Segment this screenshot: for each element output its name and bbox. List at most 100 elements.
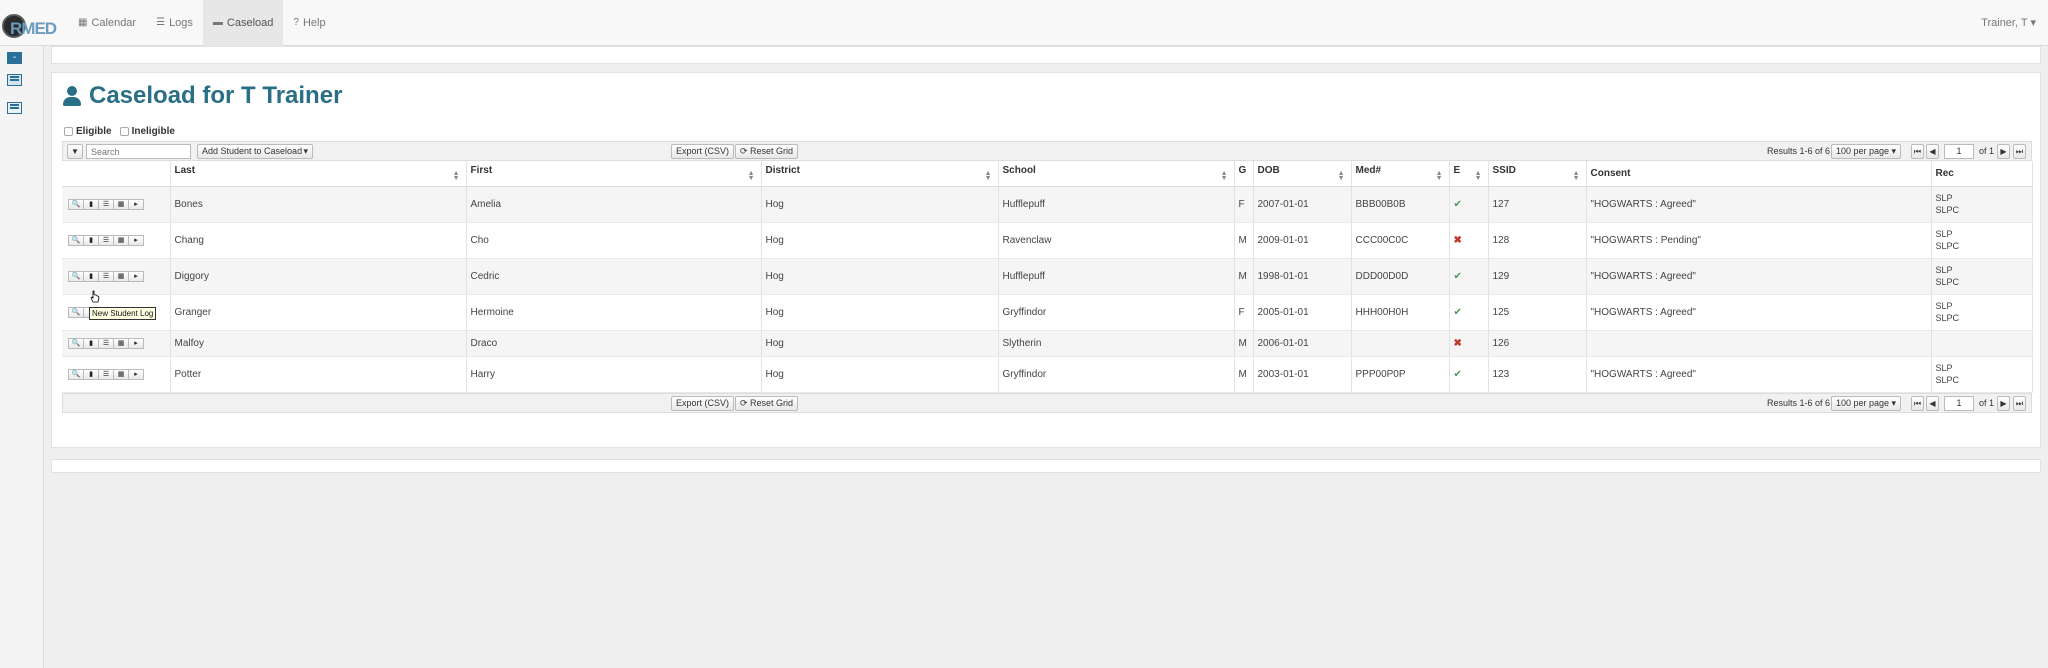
last-page-icon[interactable]: ⏭ bbox=[2013, 144, 2026, 159]
nav-calendar[interactable]: ▦ Calendar bbox=[68, 0, 146, 46]
per-page-select[interactable]: 100 per page bbox=[1831, 144, 1901, 159]
col-school[interactable]: School ▲ ▼ bbox=[998, 161, 1235, 187]
nav-caseload[interactable]: ▬ Caseload bbox=[202, 0, 284, 46]
search-input[interactable] bbox=[86, 144, 191, 159]
export-csv-button-bottom[interactable]: Export (CSV) bbox=[671, 395, 735, 411]
view-student-icon[interactable]: 🔍 bbox=[68, 270, 84, 282]
per-page-select-bottom[interactable]: 100 per page bbox=[1831, 395, 1901, 411]
view-student-icon[interactable]: 🔍 bbox=[68, 306, 84, 318]
rec-line-1: SLP bbox=[1935, 363, 1953, 373]
table-row[interactable]: 🔍 ▮ ☰ ▦ ▸ Bones Amelia Hog Hufflepuff F 2007-01-01… bbox=[62, 186, 2033, 223]
logs-list-icon[interactable]: ☰ bbox=[98, 234, 114, 246]
table-header: Last ▲ ▼ First ▲ ▼ District ▲ ▼ School ▲ ▼ G DOB… bbox=[62, 161, 2033, 187]
col-gender[interactable]: G bbox=[1234, 161, 1254, 187]
col-rec[interactable]: Rec bbox=[1931, 161, 2033, 187]
col-gender-label: G bbox=[1238, 165, 1247, 176]
nav-help-label: Help bbox=[302, 16, 326, 29]
details-icon[interactable]: ▦ bbox=[113, 270, 129, 282]
more-actions-icon[interactable]: ▸ bbox=[128, 337, 144, 349]
col-ssid[interactable]: SSID ▲ ▼ bbox=[1488, 161, 1587, 187]
new-log-icon[interactable]: ▮ bbox=[83, 270, 99, 282]
rec-line-2: SLPC bbox=[1935, 205, 1960, 215]
briefcase-icon: ▬ bbox=[212, 17, 223, 28]
view-student-icon[interactable]: 🔍 bbox=[68, 368, 84, 380]
user-menu[interactable]: Trainer, T ▾ bbox=[1981, 16, 2036, 29]
reset-grid-button-bottom[interactable]: ⟳ Reset Grid bbox=[735, 395, 799, 411]
reset-grid-button[interactable]: ⟳ Reset Grid bbox=[735, 144, 799, 159]
col-med[interactable]: Med# ▲ ▼ bbox=[1351, 161, 1450, 187]
sort-icon: ▲ ▼ bbox=[1572, 170, 1580, 182]
eligible-filter[interactable]: Eligible bbox=[64, 126, 112, 137]
cell-district: Hog bbox=[761, 222, 999, 259]
table-row[interactable]: 🔍 ▮ ☰ ▦ ▸ Potter Harry Hog Gryffindor M 2003-01-01… bbox=[62, 356, 2033, 393]
more-actions-icon[interactable]: ▸ bbox=[128, 368, 144, 380]
prev-page-icon[interactable]: ◀ bbox=[1926, 395, 1939, 411]
more-actions-icon[interactable]: ▸ bbox=[128, 198, 144, 210]
cell-school: Hufflepuff bbox=[998, 258, 1235, 295]
ineligible-filter[interactable]: Ineligible bbox=[119, 126, 175, 137]
add-student-select[interactable]: Add Student to Caseload bbox=[197, 144, 313, 159]
column-select-chevron-icon[interactable]: ▼ bbox=[67, 144, 83, 159]
details-icon[interactable]: ▦ bbox=[113, 368, 129, 380]
details-icon[interactable]: ▦ bbox=[113, 337, 129, 349]
col-district[interactable]: District ▲ ▼ bbox=[761, 161, 999, 187]
cell-med: CCC00C0C bbox=[1351, 222, 1450, 259]
first-page-icon[interactable]: ⏮ bbox=[1911, 395, 1924, 411]
col-eligible[interactable]: E ▲ ▼ bbox=[1449, 161, 1489, 187]
student-list-icon[interactable] bbox=[7, 74, 22, 86]
page-number-input[interactable]: 1 bbox=[1944, 144, 1974, 159]
logs-list-icon[interactable]: ☰ bbox=[98, 368, 114, 380]
cell-ssid: 127 bbox=[1488, 186, 1587, 223]
cell-med bbox=[1351, 330, 1450, 357]
new-log-icon[interactable]: ▮ bbox=[83, 368, 99, 380]
table-row[interactable]: 🔍 ▮ ☰ ▦ ▸ Malfoy Draco Hog Slytherin M 2006-01-01 ✖… bbox=[62, 330, 2033, 357]
col-dob[interactable]: DOB ▲ ▼ bbox=[1253, 161, 1352, 187]
cell-rec: SLP SLPC bbox=[1931, 222, 2033, 259]
cell-first: Cho bbox=[466, 222, 762, 259]
more-actions-icon[interactable]: ▸ bbox=[128, 234, 144, 246]
view-student-icon[interactable]: 🔍 bbox=[68, 234, 84, 246]
view-student-icon[interactable]: 🔍 bbox=[68, 198, 84, 210]
view-student-icon[interactable]: 🔍 bbox=[68, 337, 84, 349]
hand-cursor-icon bbox=[90, 290, 100, 303]
next-page-icon[interactable]: ▶ bbox=[1997, 144, 2010, 159]
col-consent-label: Consent bbox=[1590, 168, 1631, 179]
table-body: 🔍 ▮ ☰ ▦ ▸ Bones Amelia Hog Hufflepuff F 2007-01-01… bbox=[62, 186, 2033, 393]
cell-rec: SLP SLPC bbox=[1931, 294, 2033, 331]
nav-logs-label: Logs bbox=[169, 16, 193, 29]
nav-help[interactable]: ? Help bbox=[283, 0, 335, 46]
student-card-icon[interactable] bbox=[7, 102, 22, 114]
cell-district: Hog bbox=[761, 294, 999, 331]
details-icon[interactable]: ▦ bbox=[113, 198, 129, 210]
new-log-icon[interactable]: ▮ bbox=[83, 234, 99, 246]
nav-logs[interactable]: ☰ Logs bbox=[146, 0, 203, 46]
page-title: Caseload for T Trainer bbox=[61, 82, 342, 110]
ineligible-checkbox[interactable] bbox=[119, 127, 129, 136]
col-first[interactable]: First ▲ ▼ bbox=[466, 161, 762, 187]
new-log-icon[interactable]: ▮ bbox=[83, 198, 99, 210]
logs-list-icon[interactable]: ☰ bbox=[98, 198, 114, 210]
app-logo[interactable]: RMED bbox=[0, 0, 68, 46]
col-consent[interactable]: Consent bbox=[1586, 161, 1932, 187]
prev-page-icon[interactable]: ◀ bbox=[1926, 144, 1939, 159]
new-log-icon[interactable]: ▮ bbox=[83, 337, 99, 349]
table-row[interactable]: 🔍 ▮ ☰ ▦ ▸ Chang Cho Hog Ravenclaw M 2009-01-01 CCC0… bbox=[62, 222, 2033, 259]
last-page-icon[interactable]: ⏭ bbox=[2013, 395, 2026, 411]
table-row[interactable]: 🔍 ▮ ☰ ▦ ▸ Diggory Cedric Hog Hufflepuff M 1998-01-… bbox=[62, 258, 2033, 295]
next-page-icon[interactable]: ▶ bbox=[1997, 395, 2010, 411]
logs-list-icon[interactable]: ☰ bbox=[98, 337, 114, 349]
col-last[interactable]: Last ▲ ▼ bbox=[170, 161, 467, 187]
page-number-input-bottom[interactable]: 1 bbox=[1944, 395, 1974, 411]
export-csv-button[interactable]: Export (CSV) bbox=[671, 144, 735, 159]
eligibility-filters: Eligible Ineligible bbox=[64, 126, 175, 137]
table-row[interactable]: 🔍▮☰▦▸GrangerHermoineHogGryffindorF2005-0… bbox=[62, 294, 2033, 331]
logs-list-icon[interactable]: ☰ bbox=[98, 270, 114, 282]
sort-icon: ▲ ▼ bbox=[747, 170, 755, 182]
reset-grid-label: Reset Grid bbox=[750, 397, 794, 408]
sidebar-toggle-icon[interactable]: - bbox=[7, 52, 22, 64]
col-dob-label: DOB bbox=[1257, 165, 1280, 176]
first-page-icon[interactable]: ⏮ bbox=[1911, 144, 1924, 159]
more-actions-icon[interactable]: ▸ bbox=[128, 270, 144, 282]
details-icon[interactable]: ▦ bbox=[113, 234, 129, 246]
eligible-checkbox[interactable] bbox=[64, 127, 73, 136]
